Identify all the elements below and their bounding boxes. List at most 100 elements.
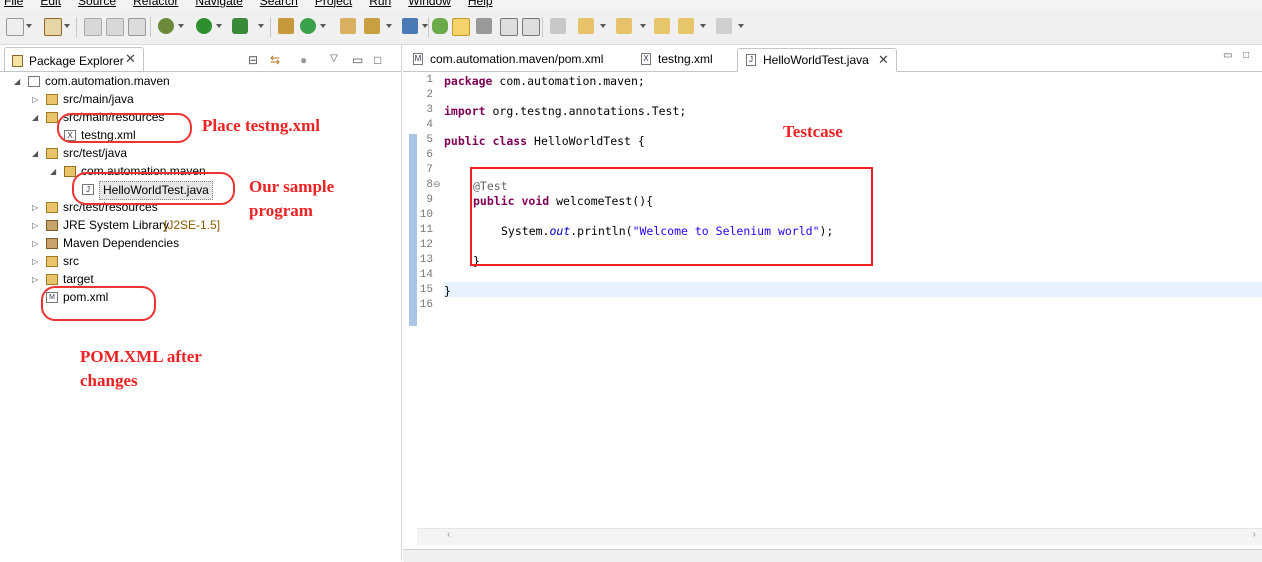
new-icon[interactable] (6, 18, 24, 36)
package-explorer-view: Package Explorer ✕ ⊟ ⇆ ● ▽ ▭ □ ◢ com.auto… (0, 45, 402, 561)
annotation-testcase: Testcase (783, 122, 843, 141)
back-icon[interactable] (678, 18, 694, 34)
menu-item-run[interactable]: Run (369, 0, 391, 8)
pom-highlight-ring (41, 286, 156, 321)
tab-testng-xml[interactable]: X testng.xml (633, 48, 731, 70)
view-menu-icon[interactable]: ▽ (330, 53, 342, 65)
debug-dropdown-icon[interactable] (178, 24, 184, 28)
collapse-arrow-icon[interactable]: ◢ (50, 163, 56, 180)
new-java-package-icon[interactable] (44, 18, 62, 36)
folder-icon (46, 256, 58, 267)
toggle-block-icon[interactable] (476, 18, 492, 34)
previous-annotation-icon[interactable] (616, 18, 632, 34)
maximize-icon[interactable]: □ (374, 53, 386, 67)
expand-arrow-icon[interactable]: ▷ (32, 235, 38, 252)
tree-item-label: Maven Dependencies (63, 236, 180, 250)
tab-helloworldtest-java[interactable]: J HelloWorldTest.java ✕ (737, 48, 897, 72)
toggle-ant-mark-icon[interactable] (432, 18, 448, 34)
line-number: 4 (426, 119, 433, 131)
line-number: 5 (426, 134, 433, 146)
open-task-icon[interactable] (364, 18, 380, 34)
menu-item-search[interactable]: Search (260, 0, 298, 8)
menu-item-edit[interactable]: Edit (40, 0, 61, 8)
search-icon[interactable] (402, 18, 418, 34)
source-folder-icon (46, 94, 58, 105)
new-class-dropdown-icon[interactable] (320, 24, 326, 28)
code-line-1: package com.automation.maven; (444, 74, 645, 88)
horizontal-scrollbar[interactable]: ‹ › (417, 528, 1262, 545)
testng-highlight-ring (57, 113, 192, 143)
scroll-left-icon[interactable]: ‹ (447, 529, 450, 540)
maximize-icon[interactable]: □ (1243, 50, 1253, 61)
collapse-arrow-icon[interactable]: ◢ (32, 109, 38, 126)
minimize-icon[interactable]: ▭ (352, 53, 364, 67)
menu-item-project[interactable]: Project (315, 0, 352, 8)
next-annotation-icon[interactable] (578, 18, 594, 34)
line-number: 7 (426, 164, 433, 176)
save-all-icon[interactable] (106, 18, 124, 36)
line-number: 11 (419, 224, 433, 236)
new-package-icon[interactable] (278, 18, 294, 34)
tab-testng-xml-label: testng.xml (658, 52, 713, 66)
expand-arrow-icon[interactable]: ▷ (32, 271, 38, 288)
collapse-arrow-icon[interactable]: ◢ (14, 73, 20, 90)
next-annotation-dropdown-icon[interactable] (600, 24, 606, 28)
run-dropdown-icon[interactable] (216, 24, 222, 28)
expand-arrow-icon[interactable]: ▷ (32, 199, 38, 216)
tab-pom-xml[interactable]: M com.automation.maven/pom.xml (405, 48, 633, 70)
open-type-icon[interactable] (340, 18, 356, 34)
link-with-editor-icon[interactable]: ⇆ (270, 53, 282, 67)
expand-arrow-icon[interactable]: ▷ (32, 91, 38, 108)
paragraph-icon[interactable] (522, 18, 540, 36)
menu-item-navigate[interactable]: Navigate (195, 0, 242, 8)
new-class-icon[interactable] (300, 18, 316, 34)
line-number: 8 (426, 179, 433, 191)
back-dropdown-icon[interactable] (700, 24, 706, 28)
open-task-dropdown-icon[interactable] (386, 24, 392, 28)
toggle-highlight-icon[interactable] (452, 18, 470, 36)
close-icon[interactable]: ✕ (878, 49, 889, 71)
package-icon (64, 166, 76, 177)
show-whitespace-icon[interactable] (500, 18, 518, 36)
expand-arrow-icon[interactable]: ▷ (32, 217, 38, 234)
fold-icon[interactable]: ⊖ (433, 179, 441, 190)
previous-annotation-dropdown-icon[interactable] (640, 24, 646, 28)
menu-item-refactor[interactable]: Refactor (133, 0, 178, 8)
focus-task-icon[interactable]: ● (300, 53, 312, 67)
toolbar-separator (542, 17, 543, 37)
new-java-dropdown-icon[interactable] (64, 24, 70, 28)
external-tools-dropdown-icon[interactable] (258, 24, 264, 28)
source-folder-icon (46, 112, 58, 123)
toolbar-separator (428, 17, 429, 37)
pin-editor-icon[interactable] (550, 18, 566, 34)
line-number: 6 (426, 149, 433, 161)
run-icon[interactable] (196, 18, 212, 34)
change-ruler (409, 134, 417, 326)
expand-arrow-icon[interactable]: ▷ (32, 253, 38, 270)
debug-icon[interactable] (158, 18, 174, 34)
save-icon[interactable] (84, 18, 102, 36)
new-dropdown-icon[interactable] (26, 24, 32, 28)
annotation-pom-line2: changes (80, 371, 138, 390)
collapse-all-icon[interactable]: ⊟ (248, 53, 260, 67)
code-line-5: public class HelloWorldTest { (444, 134, 645, 148)
menu-item-help[interactable]: Help (468, 0, 493, 8)
external-tools-icon[interactable] (232, 18, 248, 34)
minimize-icon[interactable]: ▭ (1223, 50, 1233, 61)
close-icon[interactable]: ✕ (125, 51, 136, 67)
print-icon[interactable] (128, 18, 146, 36)
forward-dropdown-icon[interactable] (738, 24, 744, 28)
package-explorer-icon (12, 55, 23, 67)
line-number: 10 (419, 209, 433, 221)
library-icon (46, 220, 58, 231)
menu-item-window[interactable]: Window (408, 0, 451, 8)
tab-package-explorer[interactable]: Package Explorer ✕ (4, 47, 144, 72)
collapse-arrow-icon[interactable]: ◢ (32, 145, 38, 162)
annotation-sample-line1: Our sample (249, 177, 335, 196)
last-edit-location-icon[interactable] (654, 18, 670, 34)
line-number: 9 (426, 194, 433, 206)
menu-item-file[interactable]: File (4, 0, 23, 8)
forward-icon[interactable] (716, 18, 732, 34)
scroll-right-icon[interactable]: › (1253, 529, 1256, 540)
menu-item-source[interactable]: Source (78, 0, 116, 8)
